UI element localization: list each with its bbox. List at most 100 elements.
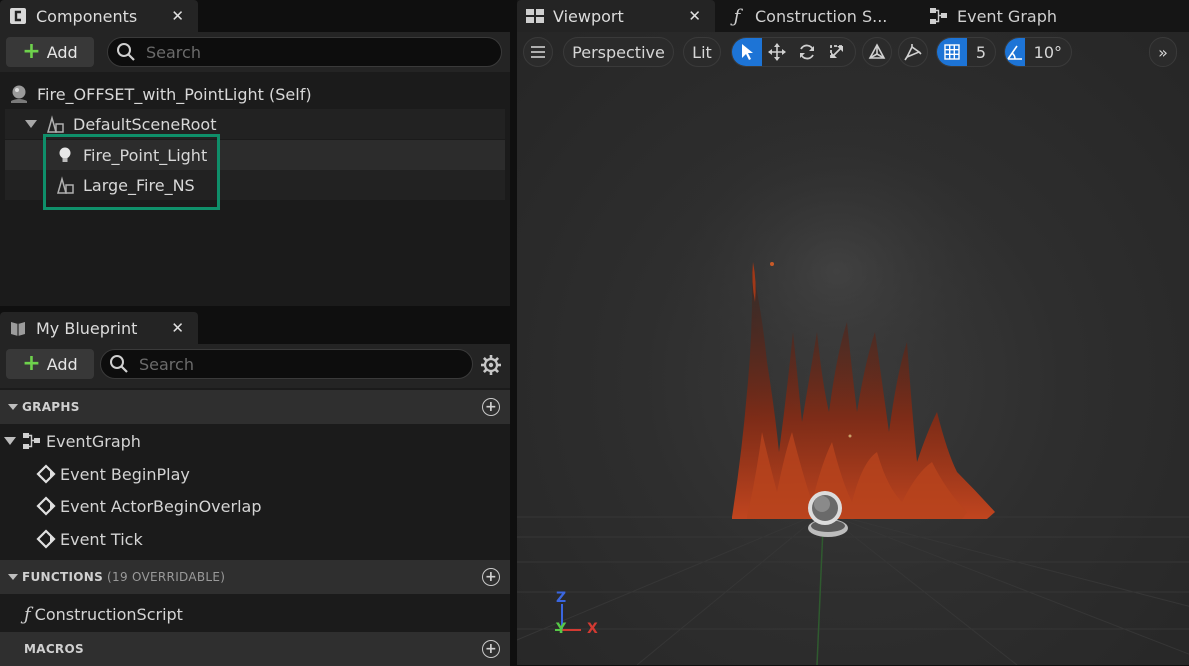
- plus-icon: +: [22, 39, 41, 64]
- angle-icon: [1007, 45, 1022, 60]
- perspective-label: Perspective: [572, 42, 665, 62]
- add-function-icon[interactable]: +: [482, 568, 500, 586]
- ground-grid: [517, 511, 1189, 665]
- grid-snap-group: 5: [936, 37, 996, 67]
- search-icon: [110, 355, 128, 373]
- tab-components-label: Components: [36, 6, 138, 26]
- event-item-actorbeginoverlap[interactable]: Event ActorBeginOverlap: [36, 490, 261, 522]
- grid-snap-value[interactable]: 5: [967, 38, 995, 66]
- tab-my-blueprint[interactable]: My Blueprint ✕: [0, 312, 198, 344]
- rotation-snap-value-label: 10°: [1033, 42, 1062, 62]
- add-label: Add: [46, 42, 78, 62]
- close-icon[interactable]: ✕: [688, 7, 701, 25]
- event-item-beginplay[interactable]: Event BeginPlay: [36, 458, 190, 490]
- tree-label: Fire_OFFSET_with_PointLight (Self): [37, 84, 312, 104]
- tree-row-self[interactable]: Fire_OFFSET_with_PointLight (Self): [8, 79, 508, 109]
- world-space-icon: [868, 43, 886, 59]
- functions-section-header[interactable]: FUNCTIONS (19 OVERRIDABLE) +: [0, 560, 510, 594]
- lit-button[interactable]: Lit: [683, 37, 721, 67]
- tab-event-graph[interactable]: Event Graph: [921, 0, 1119, 32]
- surface-snap-icon: [904, 44, 922, 61]
- add-macro-icon[interactable]: +: [482, 640, 500, 658]
- event-label: Event BeginPlay: [60, 464, 190, 484]
- construction-script-item[interactable]: ƒ ConstructionScript: [24, 598, 183, 630]
- tree-label: DefaultSceneRoot: [73, 114, 217, 134]
- graphs-section-header[interactable]: GRAPHS +: [0, 390, 510, 424]
- collapse-arrow-icon[interactable]: [8, 574, 18, 580]
- left-tabbar-bg: [198, 0, 510, 32]
- tab-viewport[interactable]: Viewport ✕: [517, 0, 715, 32]
- viewport-options-button[interactable]: [523, 37, 553, 67]
- axis-label-x: X: [587, 621, 598, 637]
- grid-snap-value-label: 5: [975, 42, 986, 62]
- tab-construction-label: Construction S...: [755, 6, 888, 26]
- event-label: Event ActorBeginOverlap: [60, 496, 262, 516]
- scale-tool-button[interactable]: [822, 38, 852, 66]
- rotation-snap-group: 10°: [1004, 37, 1072, 67]
- transform-tools-group: [731, 37, 856, 67]
- move-arrows-icon: [768, 43, 786, 61]
- add-label: Add: [46, 354, 78, 374]
- axis-label-z: Z: [556, 590, 567, 606]
- event-diamond-icon: [36, 529, 56, 549]
- construction-script-label: ConstructionScript: [34, 604, 183, 624]
- event-label: Event Tick: [60, 529, 143, 549]
- expand-arrow-icon[interactable]: [25, 120, 37, 128]
- plus-icon: +: [22, 351, 41, 376]
- components-icon: [8, 6, 28, 26]
- viewport-render: [517, 112, 1189, 665]
- cursor-arrow-icon: [742, 44, 753, 60]
- vertical-splitter[interactable]: [510, 0, 517, 665]
- perspective-button[interactable]: Perspective: [563, 37, 674, 67]
- add-component-button[interactable]: + Add: [6, 37, 94, 67]
- search-icon: [117, 43, 135, 61]
- collapse-arrow-icon[interactable]: [8, 404, 18, 410]
- toolbar-overflow-button[interactable]: »: [1149, 37, 1177, 67]
- translate-tool-button[interactable]: [762, 38, 792, 66]
- event-graph-icon: [23, 433, 40, 449]
- tab-event-graph-label: Event Graph: [957, 6, 1057, 26]
- event-diamond-icon: [36, 464, 56, 484]
- hamburger-menu-icon: [531, 46, 545, 58]
- macros-section-header[interactable]: MACROS +: [0, 632, 510, 666]
- event-graph-label: EventGraph: [46, 431, 141, 451]
- collapse-arrow-icon[interactable]: [4, 437, 16, 445]
- event-graph-icon: [929, 6, 949, 26]
- function-icon: ƒ: [24, 603, 31, 625]
- my-blueprint-panel: + Add GRAPHS + EventGraph Event BeginPla…: [0, 344, 510, 666]
- viewport-icon: [525, 6, 545, 26]
- grid-icon: [944, 44, 960, 60]
- event-graph-item[interactable]: EventGraph: [0, 425, 510, 457]
- chevron-double-right-icon: »: [1158, 42, 1168, 62]
- gear-icon[interactable]: [480, 354, 502, 376]
- scene-component-icon: [47, 115, 64, 133]
- rotation-snap-toggle[interactable]: [1005, 38, 1025, 66]
- macros-header-label: MACROS: [24, 642, 84, 656]
- rotate-tool-button[interactable]: [792, 38, 822, 66]
- blueprint-search-input[interactable]: [137, 353, 432, 375]
- tab-components[interactable]: Components ✕: [0, 0, 198, 32]
- close-icon[interactable]: ✕: [171, 7, 184, 25]
- close-icon[interactable]: ✕: [171, 319, 184, 337]
- coordinate-space-button[interactable]: [862, 37, 892, 67]
- rotation-snap-value[interactable]: 10°: [1025, 38, 1071, 66]
- select-tool-button[interactable]: [732, 38, 762, 66]
- viewport-scene[interactable]: Z Y X: [517, 32, 1189, 665]
- grid-snap-toggle[interactable]: [937, 38, 967, 66]
- tab-construction-script[interactable]: ƒ Construction S...: [719, 0, 917, 32]
- axis-label-y: Y: [556, 621, 567, 637]
- add-graph-icon[interactable]: +: [482, 398, 500, 416]
- selection-highlight-box: [43, 134, 220, 210]
- components-search[interactable]: [107, 37, 502, 67]
- event-item-tick[interactable]: Event Tick: [36, 523, 143, 555]
- blueprint-search[interactable]: [100, 349, 473, 379]
- functions-overridable-count: (19 OVERRIDABLE): [107, 570, 226, 584]
- function-icon: ƒ: [733, 5, 741, 27]
- tab-viewport-label: Viewport: [553, 6, 624, 26]
- graphs-header-label: GRAPHS: [22, 400, 80, 414]
- components-search-input[interactable]: [144, 41, 456, 63]
- blueprint-book-icon: [8, 318, 28, 338]
- add-member-button[interactable]: + Add: [6, 349, 94, 379]
- tab-my-blueprint-label: My Blueprint: [36, 318, 138, 338]
- surface-snap-button[interactable]: [898, 37, 928, 67]
